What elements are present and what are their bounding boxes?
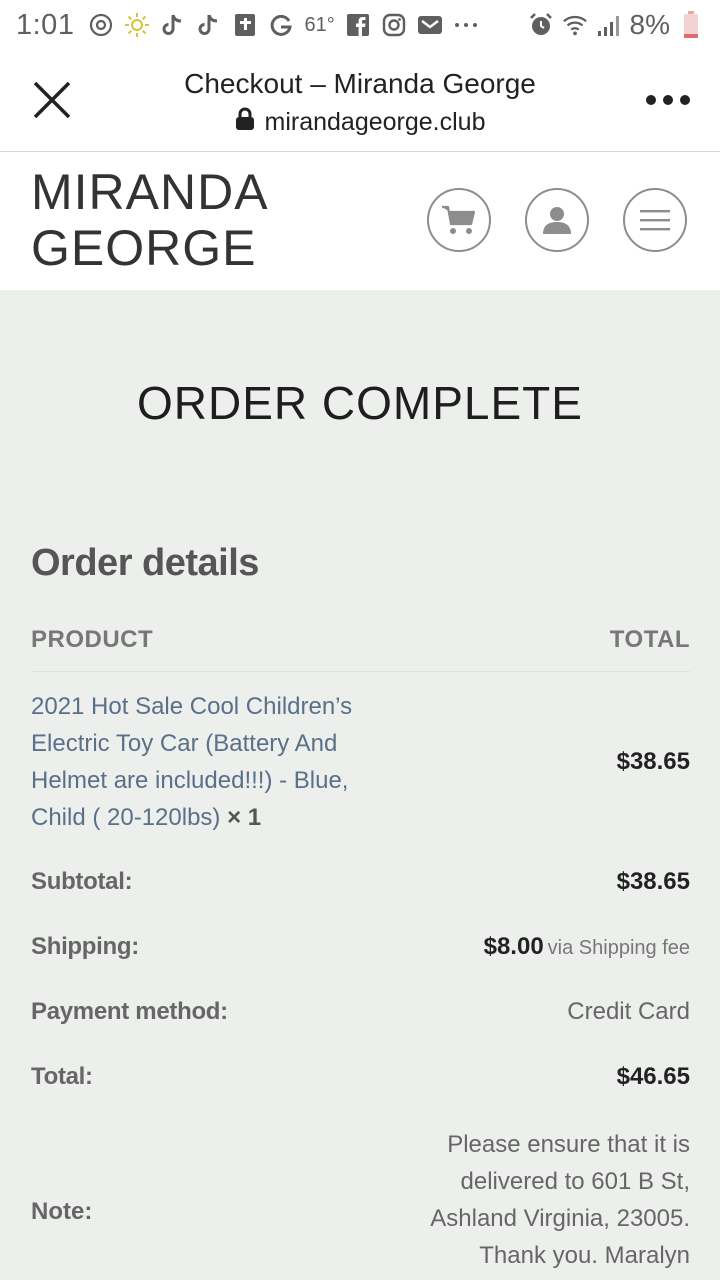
order-line-item: 2021 Hot Sale Cool Children’s Electric T… xyxy=(31,688,690,838)
brand-line-1: MIRANDA xyxy=(31,164,269,220)
wifi-icon xyxy=(562,12,588,38)
url-text: mirandageorge.club xyxy=(264,108,486,136)
payment-method-label: Payment method: xyxy=(31,998,228,1025)
product-total: $38.65 xyxy=(616,748,690,775)
bible-icon xyxy=(232,12,258,38)
hamburger-icon xyxy=(640,210,670,231)
status-system-icons: 8% xyxy=(528,9,704,41)
product-link[interactable]: 2021 Hot Sale Cool Children’s Electric T… xyxy=(31,693,352,831)
browser-page-title: Checkout – Miranda George xyxy=(184,68,536,99)
temperature-text: 61° xyxy=(304,13,335,36)
order-details-title: Order details xyxy=(31,542,259,584)
total-row: Total: $46.65 xyxy=(31,1057,690,1097)
status-notification-icons: 61° xyxy=(88,12,478,38)
sun-icon xyxy=(124,12,150,38)
alarm-icon xyxy=(528,12,554,38)
status-bar: 1:01 61° 8% xyxy=(0,0,720,50)
instagram-icon xyxy=(381,12,407,38)
menu-dot xyxy=(680,95,690,105)
note-label: Note: xyxy=(31,1198,93,1225)
signal-app-icon xyxy=(88,12,114,38)
brand-line-2: GEORGE xyxy=(31,220,257,276)
cart-icon xyxy=(442,205,476,234)
total-label: Total: xyxy=(31,1063,93,1090)
account-button[interactable] xyxy=(525,188,589,252)
shipping-label: Shipping: xyxy=(31,933,139,960)
menu-dot xyxy=(646,95,656,105)
subtotal-label: Subtotal: xyxy=(31,868,133,895)
site-logo[interactable]: MIRANDA GEORGE xyxy=(31,164,269,276)
status-time: 1:01 xyxy=(16,8,75,41)
product-cell: 2021 Hot Sale Cool Children’s Electric T… xyxy=(31,688,371,836)
user-icon xyxy=(543,207,571,234)
menu-dot xyxy=(663,95,673,105)
main-content: ORDER COMPLETE Order details PRODUCT TOT… xyxy=(0,290,720,1280)
shipping-method: via Shipping fee xyxy=(547,937,690,959)
shipping-row: Shipping: $8.00 via Shipping fee xyxy=(31,927,690,967)
column-product: PRODUCT xyxy=(31,626,154,653)
tiktok-icon xyxy=(196,12,222,38)
site-header: MIRANDA GEORGE xyxy=(0,152,720,291)
cell-signal-icon xyxy=(596,12,622,38)
g-icon xyxy=(268,12,294,38)
payment-method-value: Credit Card xyxy=(567,998,690,1025)
battery-icon xyxy=(678,11,704,38)
payment-method-row: Payment method: Credit Card xyxy=(31,992,690,1032)
browser-url[interactable]: mirandageorge.club xyxy=(0,107,720,138)
total-value: $46.65 xyxy=(616,1063,690,1090)
lock-icon xyxy=(235,107,255,138)
note-text: Please ensure that it is delivered to 60… xyxy=(430,1131,690,1269)
product-quantity: × 1 xyxy=(227,804,262,831)
tiktok-icon xyxy=(160,12,186,38)
note-row: Note: Please ensure that it is delivered… xyxy=(31,1126,690,1276)
more-icon xyxy=(453,12,479,38)
hamburger-menu-button[interactable] xyxy=(623,188,687,252)
order-table-header: PRODUCT TOTAL xyxy=(31,626,690,672)
subtotal-row: Subtotal: $38.65 xyxy=(31,862,690,902)
shipping-value: $8.00 xyxy=(483,933,544,960)
subtotal-value: $38.65 xyxy=(616,868,690,895)
page-title: ORDER COMPLETE xyxy=(137,377,583,429)
browser-menu-button[interactable] xyxy=(646,88,690,112)
column-total: TOTAL xyxy=(609,626,690,653)
facebook-icon xyxy=(345,12,371,38)
browser-toolbar: Checkout – Miranda George mirandageorge.… xyxy=(0,50,720,152)
mail-icon xyxy=(417,12,443,38)
shipping-value-group: $8.00 via Shipping fee xyxy=(484,933,690,961)
battery-percent: 8% xyxy=(629,9,670,40)
cart-button[interactable] xyxy=(427,188,491,252)
